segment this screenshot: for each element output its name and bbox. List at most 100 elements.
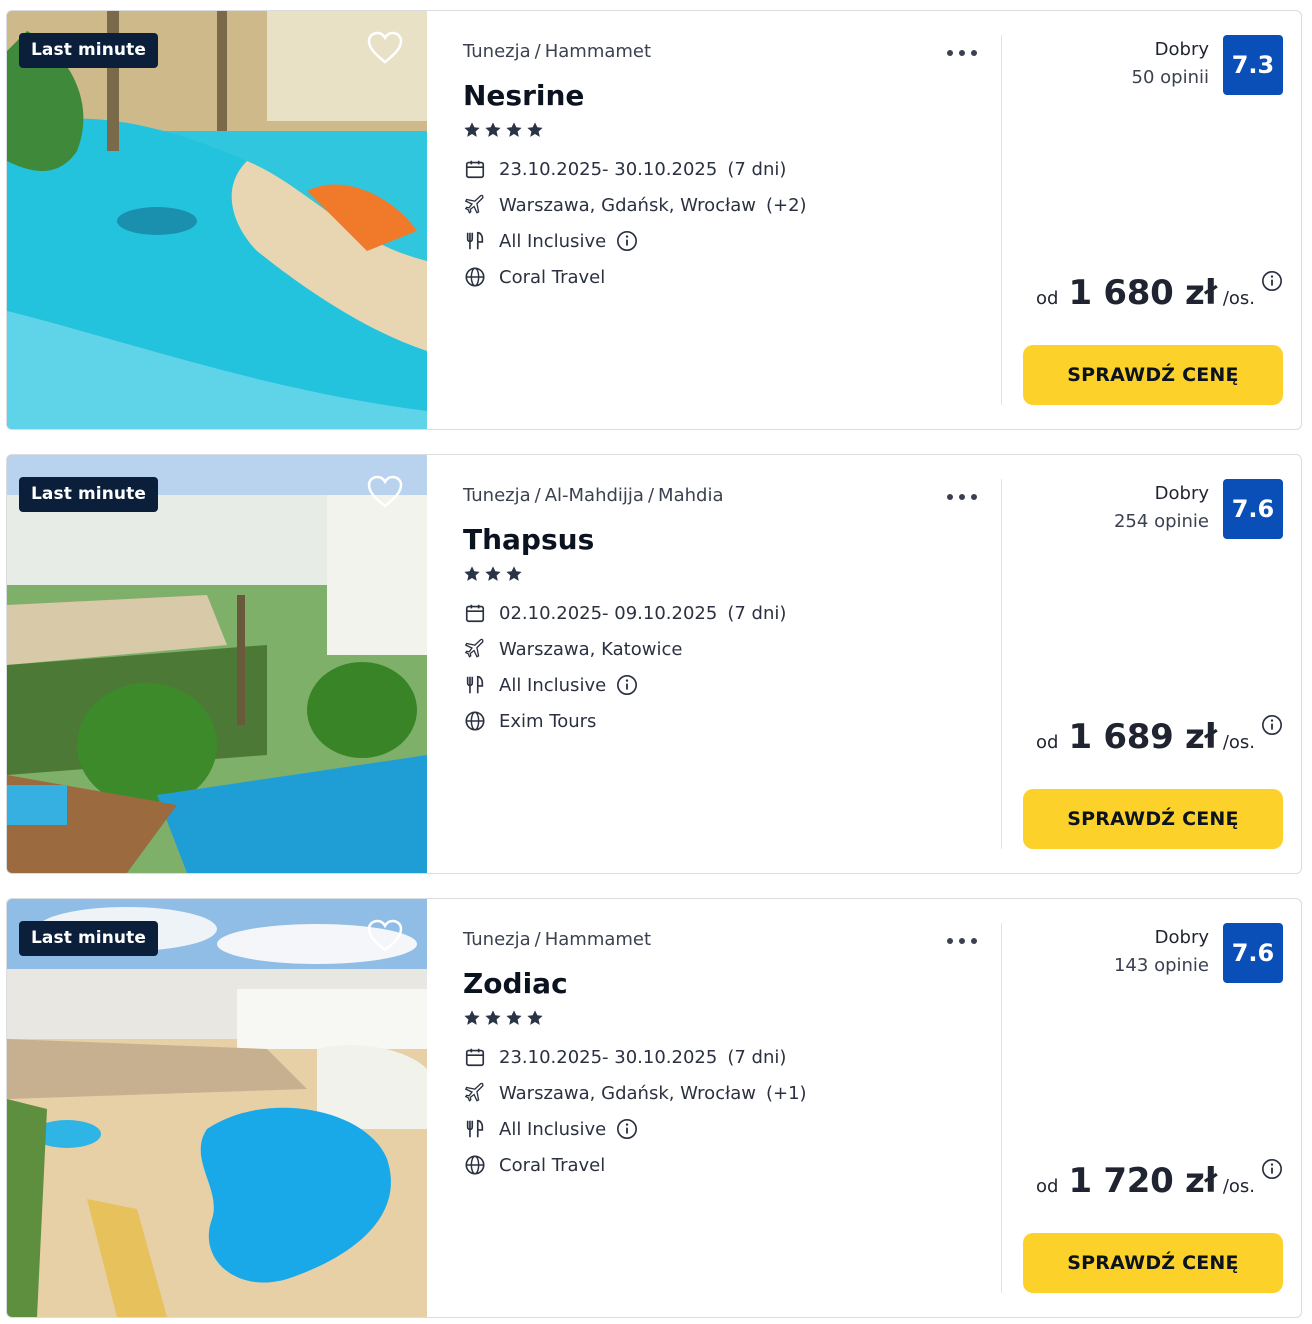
more-airports[interactable]: (+1) — [766, 1083, 807, 1104]
board-type: All Inclusive — [499, 674, 607, 696]
more-options-icon[interactable] — [945, 929, 979, 953]
hotel-name[interactable]: Thapsus — [463, 523, 594, 556]
hotel-stars — [463, 565, 523, 585]
star-icon — [506, 122, 522, 137]
reviews-count[interactable]: 254 opinie — [1114, 511, 1209, 532]
star-icon — [464, 1010, 480, 1025]
offer-card[interactable]: Last minute Tunezja / Hammamet Zodiac 23.1… — [6, 898, 1302, 1318]
check-price-button[interactable]: SPRAWDŹ CENĘ — [1023, 345, 1283, 405]
calendar-icon — [463, 1045, 487, 1069]
price-prefix: od — [1036, 1176, 1059, 1197]
check-price-button[interactable]: SPRAWDŹ CENĘ — [1023, 1233, 1283, 1293]
offer-info: Tunezja / Hammamet Zodiac 23.10.2025- 30.1… — [463, 899, 1003, 1317]
board-row: All Inclusive — [463, 228, 638, 254]
info-icon[interactable] — [616, 230, 638, 252]
hotel-photo[interactable]: Last minute — [7, 899, 427, 1317]
calendar-icon — [463, 157, 487, 181]
star-icon — [464, 566, 480, 581]
price-info-icon[interactable] — [1261, 1158, 1283, 1180]
price: od 1 689 zł /os. — [1036, 714, 1283, 757]
operator-row: Exim Tours — [463, 708, 596, 734]
offer-card[interactable]: Last minute Tunezja / Al-Mahdijja / Mahdia T… — [6, 454, 1302, 874]
star-icon — [464, 122, 480, 137]
hotel-name[interactable]: Zodiac — [463, 967, 568, 1000]
star-icon — [527, 122, 543, 137]
price: od 1 720 zł /os. — [1036, 1158, 1283, 1201]
star-icon — [527, 1010, 543, 1025]
price-suffix: /os. — [1222, 1176, 1255, 1197]
aerial-pool-image — [7, 899, 427, 1317]
price-info-icon[interactable] — [1261, 270, 1283, 292]
breadcrumb: Tunezja / Hammamet — [463, 41, 651, 62]
operator-row: Coral Travel — [463, 264, 605, 290]
rating-score: 7.6 — [1223, 923, 1283, 983]
star-icon — [485, 1010, 501, 1025]
offer-list: Last minute Tunezja / Hammamet Nesrine 23.… — [0, 0, 1312, 1324]
reviews-count[interactable]: 143 opinie — [1114, 955, 1209, 976]
star-icon — [485, 566, 501, 581]
divider — [1001, 479, 1002, 849]
more-options-icon[interactable] — [945, 41, 979, 65]
favorite-heart-icon[interactable] — [367, 475, 403, 509]
airplane-icon — [463, 637, 487, 661]
cutlery-icon — [463, 673, 487, 697]
more-airports[interactable]: (+2) — [766, 195, 807, 216]
breadcrumb-separator: / — [647, 485, 655, 506]
price-suffix: /os. — [1222, 288, 1255, 309]
price-panel: Dobry 254 opinie 7.6 od 1 689 zł /os. SP… — [1007, 455, 1301, 873]
breadcrumb-item[interactable]: Mahdia — [658, 485, 723, 506]
favorite-heart-icon[interactable] — [367, 919, 403, 953]
hotel-photo[interactable]: Last minute — [7, 455, 427, 873]
breadcrumb-item[interactable]: Hammamet — [545, 41, 651, 62]
hotel-photo[interactable]: Last minute — [7, 11, 427, 429]
tour-operator: Coral Travel — [499, 1154, 606, 1176]
tour-operator: Coral Travel — [499, 266, 606, 288]
price-info-icon[interactable] — [1261, 714, 1283, 736]
info-icon[interactable] — [616, 674, 638, 696]
offer-card[interactable]: Last minute Tunezja / Hammamet Nesrine 23.… — [6, 10, 1302, 430]
rating-score: 7.3 — [1223, 35, 1283, 95]
dates-row: 23.10.2025- 30.10.2025 (7 dni) — [463, 1044, 786, 1070]
breadcrumb-item[interactable]: Tunezja — [463, 485, 531, 506]
dates-row: 23.10.2025- 30.10.2025 (7 dni) — [463, 156, 786, 182]
departures-row: Warszawa, Gdańsk, Wrocław (+2) — [463, 192, 807, 218]
breadcrumb-item[interactable]: Tunezja — [463, 929, 531, 950]
last-minute-badge: Last minute — [19, 477, 158, 512]
more-options-icon[interactable] — [945, 485, 979, 509]
divider — [1001, 35, 1002, 405]
breadcrumb: Tunezja / Hammamet — [463, 929, 651, 950]
trip-duration: (7 dni) — [727, 1046, 787, 1068]
departure-airports: Warszawa, Gdańsk, Wrocław — [499, 1082, 756, 1104]
last-minute-badge: Last minute — [19, 921, 158, 956]
travel-dates: 23.10.2025- 30.10.2025 — [499, 1046, 718, 1068]
favorite-heart-icon[interactable] — [367, 31, 403, 65]
star-icon — [506, 566, 522, 581]
price-amount: 1 680 zł — [1068, 273, 1218, 313]
price-panel: Dobry 50 opinii 7.3 od 1 680 zł /os. SPR… — [1007, 11, 1301, 429]
price-prefix: od — [1036, 732, 1059, 753]
breadcrumb-separator: / — [534, 929, 541, 950]
hotel-stars — [463, 1009, 544, 1029]
departures-row: Warszawa, Katowice — [463, 636, 682, 662]
breadcrumb-item[interactable]: Al-Mahdijja — [545, 485, 644, 506]
board-row: All Inclusive — [463, 1116, 638, 1142]
breadcrumb-item[interactable]: Hammamet — [545, 929, 651, 950]
price-amount: 1 689 zł — [1068, 717, 1218, 757]
travel-dates: 23.10.2025- 30.10.2025 — [499, 158, 718, 180]
breadcrumb-item[interactable]: Tunezja — [463, 41, 531, 62]
rating-label: Dobry — [1154, 927, 1209, 948]
trip-duration: (7 dni) — [727, 158, 787, 180]
info-icon[interactable] — [616, 1118, 638, 1140]
rating-label: Dobry — [1154, 483, 1209, 504]
price: od 1 680 zł /os. — [1036, 270, 1283, 313]
breadcrumb-separator: / — [534, 485, 541, 506]
globe-icon — [463, 265, 487, 289]
hotel-name[interactable]: Nesrine — [463, 79, 584, 112]
hotel-stars — [463, 121, 544, 141]
last-minute-badge: Last minute — [19, 33, 158, 68]
check-price-button[interactable]: SPRAWDŹ CENĘ — [1023, 789, 1283, 849]
departures-row: Warszawa, Gdańsk, Wrocław (+1) — [463, 1080, 807, 1106]
reviews-count[interactable]: 50 opinii — [1132, 67, 1209, 88]
calendar-icon — [463, 601, 487, 625]
garden-resort-image — [7, 455, 427, 873]
